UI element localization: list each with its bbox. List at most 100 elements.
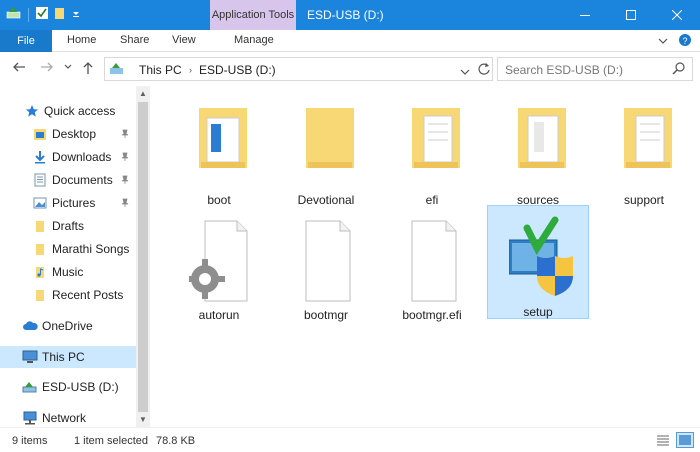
file-label: setup bbox=[523, 305, 553, 319]
tab-view[interactable]: View bbox=[172, 34, 196, 46]
minimize-icon bbox=[580, 15, 590, 16]
customize-toolbar-icon[interactable] bbox=[71, 6, 81, 23]
details-view-button[interactable] bbox=[654, 432, 672, 448]
pin-icon[interactable] bbox=[120, 197, 130, 211]
file-item-boot[interactable]: boot bbox=[168, 94, 270, 208]
search-icon bbox=[672, 61, 686, 78]
up-arrow-icon bbox=[83, 62, 93, 74]
folder-icon bbox=[32, 287, 48, 303]
music-folder-icon bbox=[32, 264, 48, 280]
close-button[interactable] bbox=[654, 0, 700, 30]
back-button[interactable] bbox=[12, 61, 26, 76]
item-count: 9 items bbox=[12, 435, 48, 447]
nav-pictures[interactable]: Pictures bbox=[32, 192, 136, 214]
settings-file-icon bbox=[189, 220, 248, 302]
nav-desktop[interactable]: Desktop bbox=[32, 123, 136, 145]
folder-icon bbox=[199, 108, 247, 168]
star-icon bbox=[24, 103, 40, 119]
scroll-up-icon[interactable]: ▲ bbox=[139, 89, 147, 98]
nav-scrollbar[interactable]: ▲ ▼ bbox=[136, 86, 150, 427]
scroll-down-icon[interactable]: ▼ bbox=[139, 415, 147, 424]
status-bar: 9 items 1 item selected 78.8 KB bbox=[0, 427, 700, 452]
up-button[interactable] bbox=[82, 61, 94, 78]
large-icons-view-icon bbox=[679, 435, 691, 445]
refresh-icon[interactable] bbox=[477, 62, 491, 79]
breadcrumb-drive[interactable]: ESD-USB (D:) bbox=[199, 63, 276, 77]
nav-label: OneDrive bbox=[42, 319, 93, 333]
file-item-bootmgr[interactable]: bootmgr bbox=[275, 209, 377, 323]
selection-size: 78.8 KB bbox=[156, 435, 196, 447]
nav-network[interactable]: Network bbox=[22, 407, 136, 429]
expand-ribbon-icon[interactable] bbox=[658, 35, 668, 49]
file-label: support bbox=[623, 193, 665, 207]
file-item-devotional[interactable]: Devotional bbox=[275, 94, 377, 208]
file-item-bootmgr-efi[interactable]: bootmgr.efi bbox=[381, 209, 483, 323]
file-item-setup[interactable]: setup bbox=[487, 205, 589, 319]
address-bar[interactable]: This PC › ESD-USB (D:) bbox=[104, 57, 493, 81]
recent-locations-button[interactable] bbox=[64, 61, 72, 76]
help-icon[interactable]: ? bbox=[678, 33, 692, 50]
details-view-icon bbox=[657, 435, 669, 446]
large-icons-view-button[interactable] bbox=[676, 432, 694, 448]
window-title: ESD-USB (D:) bbox=[307, 8, 384, 22]
file-label: bootmgr.efi bbox=[402, 308, 462, 322]
file-item-support[interactable]: support bbox=[593, 94, 695, 208]
file-item-autorun[interactable]: autorun bbox=[168, 209, 270, 323]
drive-icon bbox=[6, 6, 22, 23]
close-icon bbox=[672, 10, 682, 20]
nav-label: Downloads bbox=[52, 150, 112, 164]
nav-quick-access[interactable]: Quick access bbox=[24, 100, 136, 122]
nav-documents[interactable]: Documents bbox=[32, 169, 136, 191]
pin-icon[interactable] bbox=[120, 174, 130, 188]
file-label: efi bbox=[425, 193, 439, 207]
nav-label: This PC bbox=[42, 350, 85, 364]
nav-music[interactable]: Music bbox=[32, 261, 136, 283]
file-item-sources[interactable]: sources bbox=[487, 94, 589, 208]
breadcrumb-this-pc[interactable]: This PC bbox=[139, 63, 182, 77]
blank-file-icon bbox=[305, 220, 351, 302]
application-tools-tab[interactable]: Application Tools bbox=[210, 0, 296, 30]
nav-recent-posts[interactable]: Recent Posts bbox=[32, 284, 136, 306]
nav-downloads[interactable]: Downloads bbox=[32, 146, 136, 168]
minimize-button[interactable] bbox=[562, 0, 608, 30]
selection-count: 1 item selected bbox=[74, 435, 148, 447]
nav-this-pc[interactable]: This PC bbox=[0, 346, 136, 368]
nav-marathi-songs[interactable]: Marathi Songs bbox=[32, 238, 136, 260]
downloads-folder-icon bbox=[32, 149, 48, 165]
tab-share[interactable]: Share bbox=[120, 34, 149, 46]
desktop-folder-icon bbox=[32, 126, 48, 142]
address-row: This PC › ESD-USB (D:) Search ESD-USB (D… bbox=[0, 52, 700, 86]
drive-icon bbox=[109, 62, 125, 79]
nav-label: Pictures bbox=[52, 196, 96, 210]
blank-file-icon bbox=[411, 220, 457, 302]
folder-icon bbox=[32, 218, 48, 234]
nav-label: Desktop bbox=[52, 127, 97, 141]
toolbar-separator bbox=[28, 7, 29, 22]
nav-esd-usb[interactable]: ESD-USB (D:) bbox=[22, 376, 136, 398]
search-box[interactable]: Search ESD-USB (D:) bbox=[497, 57, 693, 81]
forward-button[interactable] bbox=[40, 61, 54, 76]
scrollbar-thumb[interactable] bbox=[138, 102, 148, 412]
folder-icon bbox=[624, 108, 672, 168]
file-item-efi[interactable]: efi bbox=[381, 94, 483, 208]
title-bar: Application Tools ESD-USB (D:) bbox=[0, 0, 700, 30]
properties-icon[interactable] bbox=[35, 6, 49, 23]
address-dropdown-icon[interactable] bbox=[460, 65, 470, 79]
folder-icon bbox=[412, 108, 460, 168]
documents-folder-icon bbox=[32, 172, 48, 188]
breadcrumb-separator-icon: › bbox=[189, 65, 192, 75]
tab-home[interactable]: Home bbox=[67, 34, 96, 46]
new-folder-icon[interactable] bbox=[53, 6, 67, 23]
nav-label: Marathi Songs bbox=[52, 242, 130, 256]
tab-manage[interactable]: Manage bbox=[234, 34, 274, 46]
navigation-pane: Quick access Desktop Downloads Documents… bbox=[0, 86, 150, 427]
tab-file[interactable]: File bbox=[0, 30, 52, 52]
pin-icon[interactable] bbox=[120, 151, 130, 165]
nav-drafts[interactable]: Drafts bbox=[32, 215, 136, 237]
nav-label: Drafts bbox=[52, 219, 85, 233]
pin-icon[interactable] bbox=[120, 128, 130, 142]
nav-onedrive[interactable]: OneDrive bbox=[22, 315, 136, 337]
forward-arrow-icon bbox=[41, 62, 53, 72]
maximize-button[interactable] bbox=[608, 0, 654, 30]
file-label: bootmgr bbox=[303, 308, 349, 322]
